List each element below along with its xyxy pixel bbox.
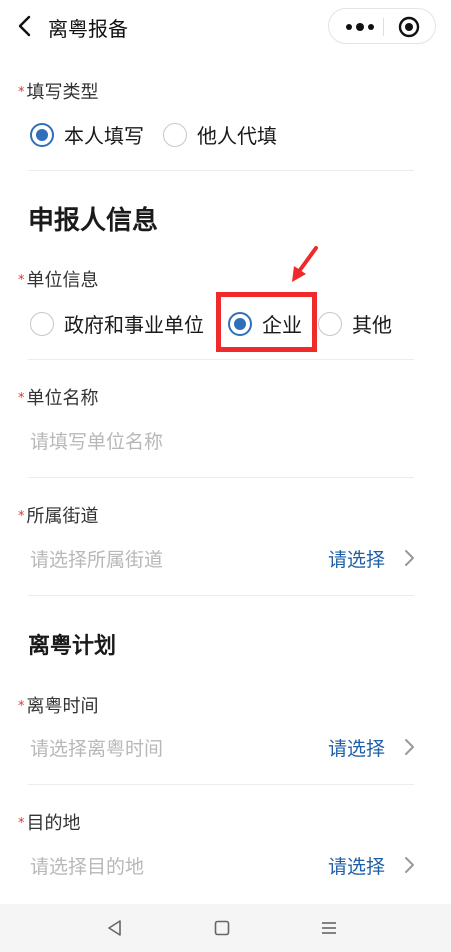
street-label: * 所属街道: [18, 506, 99, 527]
destination-label: * 目的地: [18, 813, 81, 834]
chevron-right-icon[interactable]: [402, 548, 416, 568]
system-nav-bar: [0, 904, 451, 952]
fill-type-label: * 填写类型: [18, 82, 99, 103]
radio-unselected-icon: [30, 311, 54, 336]
destination-field[interactable]: 请选择目的地: [30, 852, 144, 879]
destination-select-button[interactable]: 请选择: [328, 852, 385, 879]
radio-unselected-icon: [318, 311, 342, 336]
required-mark: *: [18, 509, 25, 524]
nav-menu-icon[interactable]: [319, 918, 339, 938]
capsule-menu: [328, 8, 436, 44]
page-title: 离粤报备: [48, 17, 128, 41]
leave-time-field[interactable]: 请选择离粤时间: [30, 734, 163, 761]
radio-selected-icon: [30, 122, 54, 147]
more-icon[interactable]: [341, 17, 379, 37]
radio-government-unit[interactable]: 政府和事业单位: [30, 309, 204, 338]
target-icon[interactable]: [398, 16, 420, 38]
divider: [28, 784, 414, 785]
radio-other[interactable]: 其他: [318, 309, 392, 338]
unit-name-label: * 单位名称: [18, 388, 99, 409]
back-icon[interactable]: [12, 12, 40, 40]
divider: [28, 359, 414, 360]
nav-back-icon[interactable]: [105, 918, 125, 938]
street-field[interactable]: 请选择所属街道: [30, 545, 163, 572]
required-mark: *: [18, 391, 25, 406]
required-mark: *: [18, 699, 25, 714]
radio-self-fill[interactable]: 本人填写: [30, 120, 144, 149]
capsule-divider: [383, 18, 384, 36]
unit-info-label: * 单位信息: [18, 270, 99, 291]
section-title-applicant: 申报人信息: [28, 206, 159, 236]
section-title-plan: 离粤计划: [28, 634, 117, 659]
nav-home-icon[interactable]: [212, 918, 232, 938]
required-mark: *: [18, 273, 25, 288]
annotation-highlight-box: [216, 292, 317, 352]
street-select-button[interactable]: 请选择: [328, 545, 385, 572]
top-bar: 离粤报备: [0, 0, 451, 56]
divider: [28, 170, 414, 171]
radio-proxy-fill[interactable]: 他人代填: [163, 120, 277, 149]
leave-time-label: * 离粤时间: [18, 696, 99, 717]
required-mark: *: [18, 85, 25, 100]
divider: [28, 477, 414, 478]
divider: [28, 595, 414, 596]
chevron-right-icon[interactable]: [402, 855, 416, 875]
chevron-right-icon[interactable]: [402, 737, 416, 757]
required-mark: *: [18, 816, 25, 831]
annotation-arrow-icon: [288, 244, 322, 284]
leave-time-select-button[interactable]: 请选择: [328, 734, 385, 761]
radio-unselected-icon: [163, 122, 187, 147]
unit-name-input[interactable]: 请填写单位名称: [30, 427, 163, 454]
